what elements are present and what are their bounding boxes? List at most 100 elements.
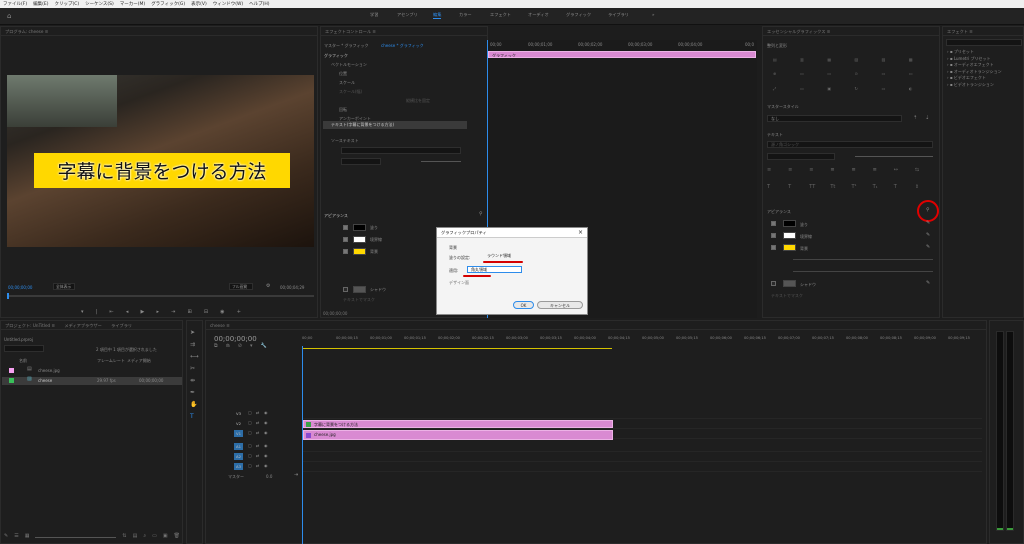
background-swatch[interactable] <box>353 248 366 255</box>
track-eye-icon[interactable]: ◉ <box>264 410 268 415</box>
effects-item-video-transitions[interactable]: › ▪ ビデオトランジション <box>947 82 1002 89</box>
track-lock-icon[interactable]: ▢ <box>248 430 252 435</box>
track-sync-icon[interactable]: ⇄ <box>256 410 259 415</box>
mark-out-icon[interactable]: | <box>96 309 98 317</box>
eg-fill-checkbox[interactable] <box>771 221 776 226</box>
type-tool-icon[interactable]: T <box>190 413 200 420</box>
eyedropper-icon[interactable]: ⚲ <box>479 211 483 217</box>
libraries-tab[interactable]: ライブラリ <box>111 323 132 328</box>
stroke-eyedropper-icon[interactable]: ✎ <box>926 232 930 238</box>
new-item-icon[interactable]: ▣ <box>163 533 168 541</box>
align-middle-icon[interactable]: ▨ <box>882 57 906 68</box>
menu-graphics[interactable]: グラフィック(G) <box>151 1 185 7</box>
track-target-v3[interactable]: V3 <box>234 410 243 417</box>
home-icon[interactable]: ⌂ <box>7 12 11 20</box>
razor-tool-icon[interactable]: ✂ <box>190 365 200 372</box>
eg-shadow-swatch[interactable] <box>783 280 796 287</box>
pos-x[interactable]: ▭ <box>800 71 824 82</box>
workspace-tab-color[interactable]: カラー <box>459 12 472 18</box>
column-name[interactable]: 名前 <box>19 358 27 364</box>
master-clip-label[interactable]: マスター * グラフィック <box>324 43 368 49</box>
small-caps-icon[interactable]: Tt <box>830 184 848 198</box>
dialog-select-1[interactable]: ラウンド領域 <box>484 253 529 260</box>
anchor-y[interactable]: ▭ <box>909 71 933 82</box>
workspace-tab-libraries[interactable]: ライブラリ <box>608 12 629 18</box>
track-eye-icon[interactable]: ◉ <box>264 430 268 435</box>
pos-y[interactable]: ▭ <box>827 71 851 82</box>
rotate-icon[interactable]: ↻ <box>854 86 878 97</box>
workspace-tab-effects[interactable]: エフェクト <box>490 12 511 18</box>
dialog-select-2[interactable]: 角丸領域 <box>467 266 522 273</box>
selection-tool-icon[interactable]: ➤ <box>190 329 200 336</box>
eg-bg-checkbox[interactable] <box>771 245 776 250</box>
hand-tool-icon[interactable]: ✋ <box>190 401 200 408</box>
shadow-checkbox[interactable] <box>343 287 348 292</box>
eg-stroke-checkbox[interactable] <box>771 233 776 238</box>
track-target-a2[interactable]: A2 <box>234 453 243 460</box>
menu-view[interactable]: 表示(V) <box>191 1 207 7</box>
ok-button[interactable]: OK <box>513 301 534 309</box>
column-media-start[interactable]: メディア開始 <box>127 358 151 364</box>
font-weight-select[interactable] <box>767 153 835 160</box>
caps-icon[interactable]: TT <box>809 184 827 198</box>
stroke-checkbox[interactable] <box>343 237 348 242</box>
menu-help[interactable]: ヘルプ(H) <box>249 1 269 7</box>
step-forward-icon[interactable]: ▸ <box>156 309 159 317</box>
sort-icon[interactable]: ⇅ <box>122 533 126 541</box>
track-sync-icon[interactable]: ⇄ <box>256 420 259 425</box>
track-sync-icon[interactable]: ⇄ <box>256 463 259 468</box>
monitor-timecode[interactable]: 00;00;00;00 <box>8 285 32 290</box>
justify-icon[interactable]: ≣ <box>830 167 848 181</box>
style-up-icon[interactable]: ⇡ <box>913 115 917 121</box>
text-align-center-icon[interactable]: ≡ <box>788 167 806 181</box>
track-select-icon[interactable]: ⇉ <box>190 341 200 348</box>
workspace-tab-assembly[interactable]: アセンブリ <box>397 12 418 18</box>
align-center-icon[interactable]: ▥ <box>800 57 824 68</box>
search-icon[interactable]: ⌕ <box>143 533 146 541</box>
fill-checkbox[interactable] <box>343 225 348 230</box>
trash-icon[interactable]: 🗑 <box>174 533 180 541</box>
background-checkbox[interactable] <box>343 249 348 254</box>
align-bottom-icon[interactable]: ▩ <box>909 57 933 68</box>
justify2-icon[interactable]: ≣ <box>852 167 870 181</box>
project-row[interactable]: ▤ cheese.jpg <box>2 366 182 375</box>
stroke-swatch[interactable] <box>353 236 366 243</box>
media-browser-tab[interactable]: メディアブラウザー <box>64 323 101 328</box>
sequence-clip-label[interactable]: cheese * グラフィック <box>381 43 424 49</box>
project-title[interactable]: プロジェクト: UnTitled ≡ <box>5 323 55 328</box>
monitor-playhead[interactable] <box>7 293 9 299</box>
timeline-ruler[interactable]: 00;00 00;00;00;15 00;00;01;00 00;00;01;15 00… <box>302 336 982 346</box>
eg-stroke-swatch[interactable] <box>783 232 796 239</box>
fill-eyedropper-icon[interactable]: ✎ <box>926 220 930 226</box>
go-to-end-icon[interactable]: ⇥ <box>294 472 298 478</box>
kerning-icon[interactable]: ⇆ <box>915 167 933 181</box>
track-lock-icon[interactable]: ▢ <box>248 420 252 425</box>
timeline-playhead[interactable] <box>302 346 303 544</box>
project-row[interactable]: ▨ cheese 29.97 fps 00;00;00;00 <box>2 376 182 385</box>
go-to-in-icon[interactable]: ⇤ <box>109 309 113 317</box>
work-area-bar[interactable] <box>302 348 612 349</box>
track-lock-icon[interactable]: ▢ <box>248 443 252 448</box>
style-down-icon[interactable]: ⇣ <box>925 115 929 121</box>
workspace-tab-graphics[interactable]: グラフィック <box>566 12 591 18</box>
bg-eyedropper-icon[interactable]: ✎ <box>926 244 930 250</box>
bg-opacity-slider[interactable] <box>793 259 933 260</box>
track-eye-icon[interactable]: ◉ <box>264 420 268 425</box>
lock-icon[interactable]: ▣ <box>827 86 851 97</box>
mark-in-icon[interactable]: ▾ <box>81 309 84 317</box>
insert-icon[interactable]: ⊞ <box>187 309 191 317</box>
add-button-icon[interactable]: + <box>237 309 241 317</box>
menu-edit[interactable]: 編集(E) <box>33 1 48 7</box>
workspace-tab-audio[interactable]: オーディオ <box>528 12 549 18</box>
ripple-edit-icon[interactable]: ⟷ <box>190 353 200 360</box>
track-eye-icon[interactable]: ◉ <box>264 463 268 468</box>
font-size-slider[interactable] <box>421 161 461 162</box>
anchor-x[interactable]: ▭ <box>882 71 906 82</box>
track-eye-icon[interactable]: ◉ <box>264 453 268 458</box>
font-family-select[interactable]: 源ノ角ゴシック <box>767 141 933 148</box>
eg-fill-swatch[interactable] <box>783 220 796 227</box>
anchor-icon[interactable]: ⊙ <box>854 71 878 82</box>
master-style-select[interactable]: なし <box>767 115 902 122</box>
track-target-v2[interactable]: V2 <box>234 420 243 427</box>
shadow-eyedropper-icon[interactable]: ✎ <box>926 280 930 286</box>
